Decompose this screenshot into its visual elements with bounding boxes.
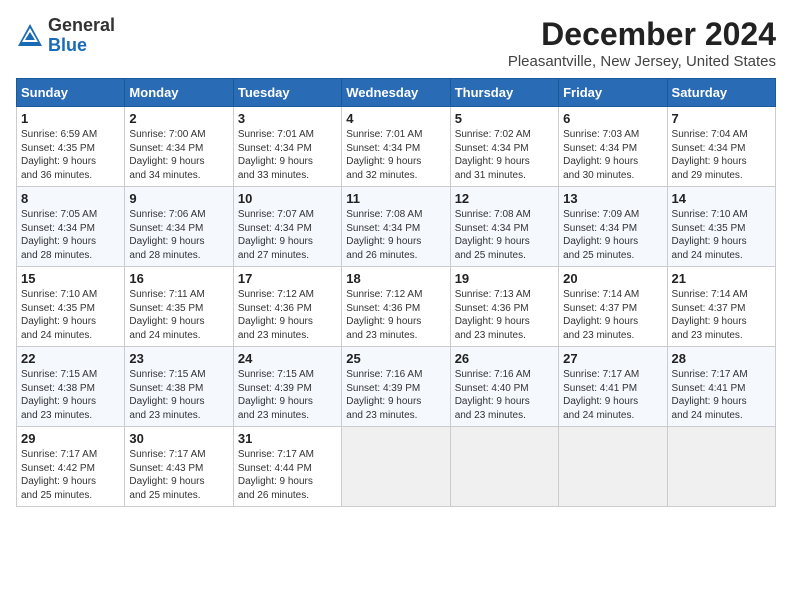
calendar-cell-15: 15Sunrise: 7:10 AM Sunset: 4:35 PM Dayli… [17,267,125,347]
logo: General Blue [16,16,115,56]
logo-icon [16,22,44,50]
calendar-body: 1Sunrise: 6:59 AM Sunset: 4:35 PM Daylig… [17,107,776,507]
calendar-cell-27: 27Sunrise: 7:17 AM Sunset: 4:41 PM Dayli… [559,347,667,427]
calendar-cell-13: 13Sunrise: 7:09 AM Sunset: 4:34 PM Dayli… [559,187,667,267]
calendar-cell-1: 1Sunrise: 6:59 AM Sunset: 4:35 PM Daylig… [17,107,125,187]
calendar-cell-11: 11Sunrise: 7:08 AM Sunset: 4:34 PM Dayli… [342,187,450,267]
calendar-cell-25: 25Sunrise: 7:16 AM Sunset: 4:39 PM Dayli… [342,347,450,427]
calendar-cell-24: 24Sunrise: 7:15 AM Sunset: 4:39 PM Dayli… [233,347,341,427]
title-area: December 2024 Pleasantville, New Jersey,… [508,16,776,70]
calendar-cell-8: 8Sunrise: 7:05 AM Sunset: 4:34 PM Daylig… [17,187,125,267]
calendar-week-2: 15Sunrise: 7:10 AM Sunset: 4:35 PM Dayli… [17,267,776,347]
calendar-week-0: 1Sunrise: 6:59 AM Sunset: 4:35 PM Daylig… [17,107,776,187]
calendar-cell-18: 18Sunrise: 7:12 AM Sunset: 4:36 PM Dayli… [342,267,450,347]
calendar-cell-16: 16Sunrise: 7:11 AM Sunset: 4:35 PM Dayli… [125,267,233,347]
day-header-wednesday: Wednesday [342,79,450,107]
calendar-cell-17: 17Sunrise: 7:12 AM Sunset: 4:36 PM Dayli… [233,267,341,347]
calendar-cell-9: 9Sunrise: 7:06 AM Sunset: 4:34 PM Daylig… [125,187,233,267]
calendar-cell-21: 21Sunrise: 7:14 AM Sunset: 4:37 PM Dayli… [667,267,775,347]
calendar-week-3: 22Sunrise: 7:15 AM Sunset: 4:38 PM Dayli… [17,347,776,427]
page-header: General Blue December 2024 Pleasantville… [16,16,776,70]
calendar-cell-2: 2Sunrise: 7:00 AM Sunset: 4:34 PM Daylig… [125,107,233,187]
calendar-week-1: 8Sunrise: 7:05 AM Sunset: 4:34 PM Daylig… [17,187,776,267]
calendar-table: SundayMondayTuesdayWednesdayThursdayFrid… [16,78,776,507]
day-header-saturday: Saturday [667,79,775,107]
calendar-cell-4: 4Sunrise: 7:01 AM Sunset: 4:34 PM Daylig… [342,107,450,187]
calendar-cell-31: 31Sunrise: 7:17 AM Sunset: 4:44 PM Dayli… [233,427,341,507]
calendar-cell-empty [667,427,775,507]
calendar-cell-29: 29Sunrise: 7:17 AM Sunset: 4:42 PM Dayli… [17,427,125,507]
calendar-week-4: 29Sunrise: 7:17 AM Sunset: 4:42 PM Dayli… [17,427,776,507]
calendar-cell-10: 10Sunrise: 7:07 AM Sunset: 4:34 PM Dayli… [233,187,341,267]
calendar-cell-14: 14Sunrise: 7:10 AM Sunset: 4:35 PM Dayli… [667,187,775,267]
day-header-thursday: Thursday [450,79,558,107]
day-header-friday: Friday [559,79,667,107]
calendar-cell-7: 7Sunrise: 7:04 AM Sunset: 4:34 PM Daylig… [667,107,775,187]
calendar-cell-26: 26Sunrise: 7:16 AM Sunset: 4:40 PM Dayli… [450,347,558,427]
calendar-cell-5: 5Sunrise: 7:02 AM Sunset: 4:34 PM Daylig… [450,107,558,187]
calendar-cell-empty [450,427,558,507]
day-header-tuesday: Tuesday [233,79,341,107]
calendar-cell-empty [559,427,667,507]
calendar-cell-empty [342,427,450,507]
calendar-cell-22: 22Sunrise: 7:15 AM Sunset: 4:38 PM Dayli… [17,347,125,427]
main-title: December 2024 [508,16,776,53]
calendar-cell-20: 20Sunrise: 7:14 AM Sunset: 4:37 PM Dayli… [559,267,667,347]
subtitle: Pleasantville, New Jersey, United States [508,53,776,70]
calendar-cell-12: 12Sunrise: 7:08 AM Sunset: 4:34 PM Dayli… [450,187,558,267]
calendar-cell-3: 3Sunrise: 7:01 AM Sunset: 4:34 PM Daylig… [233,107,341,187]
day-header-monday: Monday [125,79,233,107]
calendar-cell-23: 23Sunrise: 7:15 AM Sunset: 4:38 PM Dayli… [125,347,233,427]
calendar-cell-28: 28Sunrise: 7:17 AM Sunset: 4:41 PM Dayli… [667,347,775,427]
calendar-header-row: SundayMondayTuesdayWednesdayThursdayFrid… [17,79,776,107]
calendar-cell-30: 30Sunrise: 7:17 AM Sunset: 4:43 PM Dayli… [125,427,233,507]
logo-text: General Blue [48,16,115,56]
calendar-cell-6: 6Sunrise: 7:03 AM Sunset: 4:34 PM Daylig… [559,107,667,187]
day-header-sunday: Sunday [17,79,125,107]
calendar-cell-19: 19Sunrise: 7:13 AM Sunset: 4:36 PM Dayli… [450,267,558,347]
